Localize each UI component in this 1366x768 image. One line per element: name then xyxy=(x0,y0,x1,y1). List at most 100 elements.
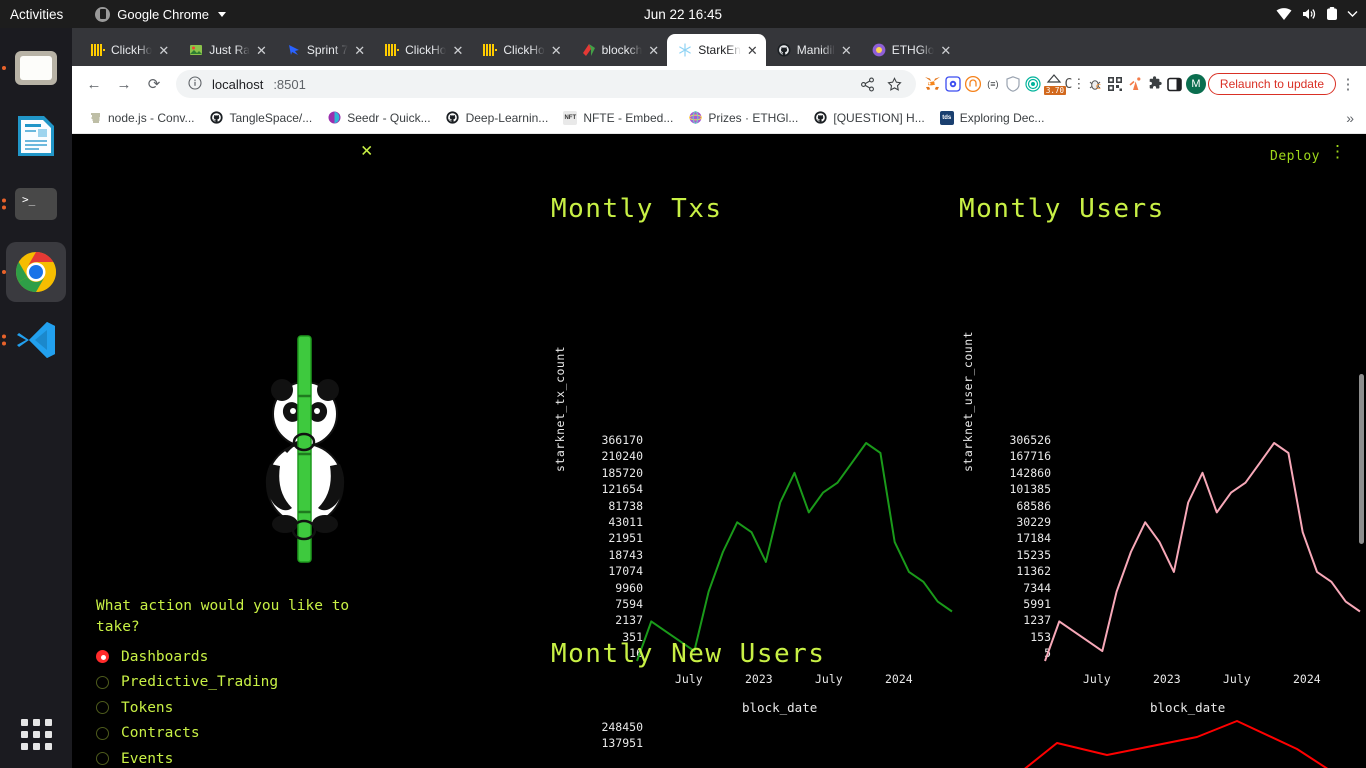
radio-button-icon[interactable] xyxy=(96,752,109,766)
y-tick-label: 15235 xyxy=(1016,547,1051,562)
clock[interactable]: Jun 22 16:45 xyxy=(644,7,722,22)
action-radio-group[interactable]: Dashboards Predictive_Trading Tokens Con… xyxy=(96,644,278,768)
shield-icon[interactable] xyxy=(1004,75,1022,93)
radio-option-events[interactable]: Events xyxy=(96,746,278,768)
radio-button-icon[interactable] xyxy=(96,726,109,740)
eye-icon[interactable] xyxy=(944,75,962,93)
bookmark-nodejs[interactable]: node.js - Conv... xyxy=(82,108,200,128)
radio-button-icon[interactable] xyxy=(96,650,109,664)
app-menu-button[interactable]: ⋮ xyxy=(1329,144,1346,161)
fingerprint-icon[interactable] xyxy=(1024,75,1042,93)
bookmark-exploring-dec[interactable]: tds Exploring Dec... xyxy=(934,108,1051,128)
close-icon[interactable]: ✕ xyxy=(940,44,951,57)
close-icon[interactable]: ✕ xyxy=(747,44,758,57)
reload-button[interactable]: ⟳ xyxy=(140,70,168,98)
chrome-menu-button[interactable]: ⋮ xyxy=(1338,70,1358,98)
seedr-icon xyxy=(327,111,341,125)
dock-item-google-chrome[interactable] xyxy=(2,242,66,302)
abbrev-icon[interactable]: (≡) xyxy=(984,75,1002,93)
relaunch-to-update-button[interactable]: Relaunch to update xyxy=(1207,73,1336,95)
address-bar[interactable]: localhost:8501 xyxy=(176,70,916,98)
chart-montly-new-users: Montly New Users 248450 137951 xyxy=(480,639,1340,768)
info-icon[interactable] xyxy=(188,75,202,93)
back-button[interactable]: ← xyxy=(80,70,108,98)
dock-item-libreoffice[interactable] xyxy=(6,106,66,166)
y-tick-label: 142860 xyxy=(1009,465,1051,480)
browser-tab-6[interactable]: blockch ✕ xyxy=(571,34,668,66)
bookmark-tanglespace[interactable]: TangleSpace/... xyxy=(203,108,318,128)
app-header: ✕ Deploy ⋮ xyxy=(72,134,1366,182)
bookmark-prizes-ethglobal[interactable]: Prizes · ETHGl... xyxy=(682,108,804,128)
bookmark-star-icon[interactable] xyxy=(886,75,904,93)
profile-avatar[interactable]: M xyxy=(1185,74,1206,94)
close-icon[interactable]: ✕ xyxy=(452,44,463,57)
radio-button-icon[interactable] xyxy=(96,701,109,715)
sidebar-close-button[interactable]: ✕ xyxy=(361,141,372,160)
close-icon[interactable]: ✕ xyxy=(354,44,365,57)
deploy-button[interactable]: Deploy xyxy=(1270,149,1320,164)
browser-tab-5[interactable]: ClickHo ✕ xyxy=(472,34,569,66)
gnome-top-bar: Activities Google Chrome Jun 22 16:45 xyxy=(0,0,1366,28)
panda-bamboo-logo xyxy=(265,335,345,563)
sidepanel-icon[interactable] xyxy=(1166,75,1184,93)
running-indicator-terminal xyxy=(2,198,6,210)
show-applications-button[interactable] xyxy=(20,719,52,750)
qr-icon[interactable] xyxy=(1106,75,1124,93)
radio-option-dashboards[interactable]: Dashboards xyxy=(96,644,278,670)
bookmark-seedr[interactable]: Seedr - Quick... xyxy=(321,108,436,128)
puzzle-icon[interactable] xyxy=(1146,75,1164,93)
close-icon[interactable]: ✕ xyxy=(256,44,267,57)
app-scrollbar[interactable] xyxy=(1359,374,1364,544)
radio-option-tokens[interactable]: Tokens xyxy=(96,695,278,721)
browser-tab-4[interactable]: ClickHo ✕ xyxy=(374,34,471,66)
y-tick-label: 101385 xyxy=(1009,482,1051,497)
url-port: :8501 xyxy=(273,76,306,92)
browser-tab-9[interactable]: ETHGlo ✕ xyxy=(861,34,960,66)
y-tick-label: 81738 xyxy=(608,498,643,513)
activities-button[interactable]: Activities xyxy=(0,7,75,22)
running-indicator-files xyxy=(2,66,6,70)
metamask-icon[interactable] xyxy=(924,75,942,93)
browser-toolbar: ← → ⟳ localhost:8501 (≡) 3.70 C⋮ C M Re… xyxy=(72,66,1366,102)
chart-line-series xyxy=(1044,442,1361,662)
y-tick-label: 5991 xyxy=(1023,597,1051,612)
tab-title: StarkEn xyxy=(698,43,741,57)
bookmark-deep-learning[interactable]: Deep-Learnin... xyxy=(440,108,555,128)
dock-item-vscode[interactable] xyxy=(2,310,66,370)
github-icon xyxy=(209,111,223,125)
browser-tab-2[interactable]: Just Ra ✕ xyxy=(178,34,275,66)
bookmark-label: Deep-Learnin... xyxy=(465,110,549,125)
bookmarks-overflow-button[interactable]: » xyxy=(1346,110,1356,126)
system-tray[interactable] xyxy=(1276,7,1358,21)
dock-item-files[interactable] xyxy=(2,38,66,98)
pray-icon[interactable] xyxy=(1126,75,1144,93)
battery-icon xyxy=(1326,7,1338,21)
close-icon[interactable]: ✕ xyxy=(551,44,562,57)
bookmark-label: NFTE - Embed... xyxy=(583,110,674,125)
share-icon[interactable] xyxy=(859,75,877,93)
c-icon[interactable]: C⋮ xyxy=(1065,75,1086,93)
close-icon[interactable]: ✕ xyxy=(841,44,852,57)
browser-tab-3[interactable]: Sprint 7 ✕ xyxy=(276,34,373,66)
browser-tab-7-active[interactable]: StarkEn ✕ xyxy=(667,34,766,66)
bookmark-question[interactable]: [QUESTION] H... xyxy=(807,108,930,128)
browser-tab-1[interactable]: ClickHo ✕ xyxy=(80,34,177,66)
radio-button-icon[interactable] xyxy=(96,675,109,689)
radio-option-predictive-trading[interactable]: Predictive_Trading xyxy=(96,670,278,696)
bookmark-nfte[interactable]: NFT NFTE - Embed... xyxy=(557,108,679,128)
browser-tab-8[interactable]: Manidil ✕ xyxy=(766,34,860,66)
version-badge-icon[interactable]: 3.70 xyxy=(1043,74,1066,95)
radio-option-contracts[interactable]: Contracts xyxy=(96,721,278,747)
y-tick-label: 7344 xyxy=(1023,580,1051,595)
wifi-icon xyxy=(1276,7,1292,21)
active-app-menu[interactable]: Google Chrome xyxy=(95,6,227,22)
forward-button[interactable]: → xyxy=(110,70,138,98)
close-icon[interactable]: ✕ xyxy=(158,44,169,57)
bug-icon[interactable]: C xyxy=(1086,75,1104,93)
terminal-icon: >_ xyxy=(15,188,57,220)
y-tick-label: 306526 xyxy=(1009,433,1051,447)
close-icon[interactable]: ✕ xyxy=(648,44,659,57)
dock-item-terminal[interactable]: >_ xyxy=(2,174,66,234)
app-main-content: Montly Txs starknet_tx_count 366170 21024… xyxy=(480,182,1366,768)
phantom-icon[interactable] xyxy=(964,75,982,93)
